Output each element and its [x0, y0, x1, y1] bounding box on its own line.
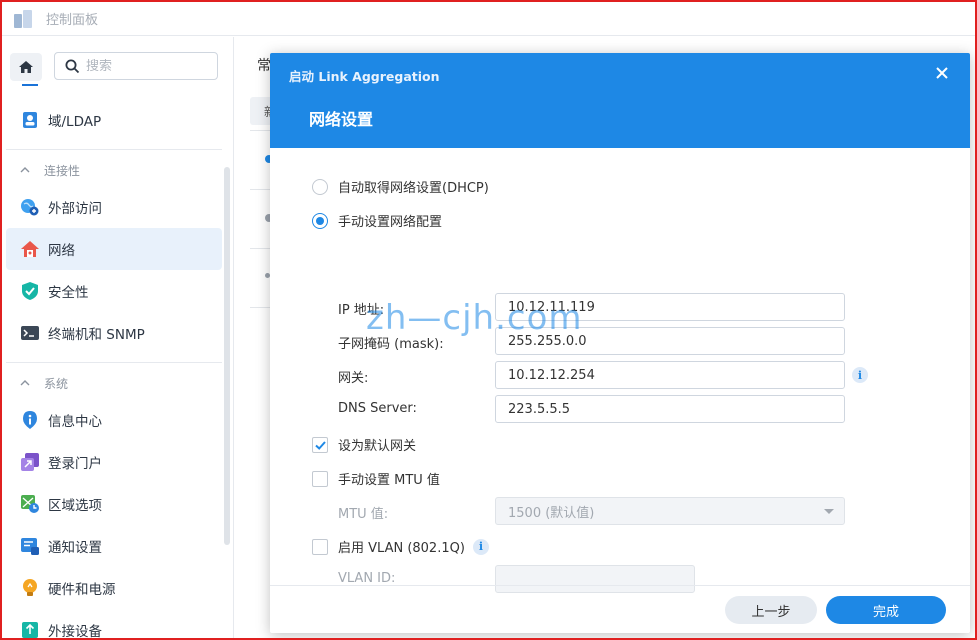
dialog-body: 自动取得网络设置(DHCP) 手动设置网络配置 IP 地址: 子网掩码 (mas… [270, 148, 970, 593]
ip-label: IP 地址: [338, 303, 385, 318]
gateway-label: 网关: [338, 371, 369, 386]
chevron-up-icon [20, 380, 30, 386]
sidebar-item-label: 通知设置 [48, 540, 102, 556]
close-icon[interactable] [934, 65, 950, 81]
login-portal-icon [20, 452, 40, 472]
default-gateway-checkbox[interactable] [312, 436, 328, 453]
network-house-icon [20, 239, 40, 259]
dhcp-radio[interactable] [312, 178, 328, 195]
ip-address-field[interactable] [495, 293, 845, 321]
vlan-option[interactable]: 启用 VLAN (802.1Q) i [312, 537, 489, 556]
search-icon [65, 59, 80, 73]
scrolled-item-indicator [22, 84, 38, 86]
manual-label: 手动设置网络配置 [338, 215, 443, 230]
previous-step-button[interactable]: 上一步 [725, 596, 817, 624]
checkmark-icon [315, 440, 326, 450]
divider [6, 362, 222, 363]
dhcp-label: 自动取得网络设置(DHCP) [338, 181, 489, 196]
mtu-select-value: 1500 (默认值) [508, 505, 595, 521]
sidebar-item-notification[interactable]: 通知设置 [6, 525, 222, 567]
dialog-subtitle: 网络设置 [309, 110, 374, 129]
sidebar-item-external-access[interactable]: 外部访问 [6, 186, 222, 228]
dns-server-field[interactable] [495, 395, 845, 423]
link-aggregation-dialog: 启动 Link Aggregation 网络设置 自动取得网络设置(DHCP) … [270, 53, 970, 633]
user-directory-icon [20, 110, 40, 130]
done-button[interactable]: 完成 [826, 596, 946, 624]
divider [6, 149, 222, 150]
sidebar-item-label: 网络 [48, 243, 75, 259]
vlan-info-icon[interactable]: i [472, 538, 489, 555]
manual-option[interactable]: 手动设置网络配置 [312, 211, 442, 230]
dialog-header: 启动 Link Aggregation 网络设置 [270, 53, 970, 148]
search-box[interactable] [54, 52, 218, 80]
vlan-label: 启用 VLAN (802.1Q) [338, 541, 465, 556]
sidebar-item-hardware-power[interactable]: 硬件和电源 [6, 567, 222, 609]
notification-icon [20, 536, 40, 556]
sidebar-item-label: 信息中心 [48, 414, 102, 430]
info-center-icon [20, 410, 40, 430]
globe-link-icon [20, 197, 40, 217]
sidebar: 域/LDAP 连接性 外部访问 网络 安全性 终端机和 SNMP 系统 [2, 37, 234, 638]
dhcp-option[interactable]: 自动取得网络设置(DHCP) [312, 177, 489, 196]
sidebar-item-label: 终端机和 SNMP [48, 327, 145, 343]
sidebar-item-label: 外接设备 [48, 624, 102, 638]
sidebar-item-terminal-snmp[interactable]: 终端机和 SNMP [6, 312, 222, 354]
subnet-mask-field[interactable] [495, 327, 845, 355]
dns-label: DNS Server: [338, 401, 417, 416]
default-gateway-label: 设为默认网关 [338, 439, 417, 454]
tab-general[interactable]: 常 [257, 55, 271, 75]
mtu-manual-option[interactable]: 手动设置 MTU 值 [312, 469, 440, 488]
mtu-manual-checkbox[interactable] [312, 470, 328, 487]
control-panel-icon [12, 8, 36, 30]
sidebar-item-network[interactable]: 网络 [6, 228, 222, 270]
vlan-id-label: VLAN ID: [338, 571, 396, 586]
window-title: 控制面板 [46, 13, 99, 28]
sidebar-item-label: 登录门户 [48, 456, 102, 472]
external-device-icon [20, 620, 40, 638]
terminal-icon [20, 323, 40, 343]
search-input[interactable] [86, 58, 196, 74]
shield-check-icon [20, 281, 40, 301]
sidebar-item-login-portal[interactable]: 登录门户 [6, 441, 222, 483]
mask-label: 子网掩码 (mask): [338, 337, 444, 352]
sidebar-item-external-device[interactable]: 外接设备 [6, 609, 222, 638]
section-header-connectivity[interactable]: 连接性 [20, 160, 80, 180]
sidebar-item-label: 硬件和电源 [48, 582, 116, 598]
sidebar-item-security[interactable]: 安全性 [6, 270, 222, 312]
chevron-down-icon [824, 509, 834, 514]
gateway-info-icon[interactable]: i [852, 367, 868, 383]
sidebar-item-info-center[interactable]: 信息中心 [6, 399, 222, 441]
mtu-manual-label: 手动设置 MTU 值 [338, 473, 440, 488]
sidebar-item-label: 安全性 [48, 285, 89, 301]
default-gateway-option[interactable]: 设为默认网关 [312, 435, 416, 454]
sidebar-item-label: 域/LDAP [48, 114, 102, 130]
manual-radio[interactable] [312, 212, 328, 229]
home-button[interactable] [10, 53, 42, 81]
dialog-footer: 上一步 完成 [270, 585, 970, 633]
window-titlebar: 控制面板 [2, 2, 975, 36]
mtu-label: MTU 值: [338, 507, 389, 522]
lightbulb-icon [20, 578, 40, 598]
dialog-title: 启动 Link Aggregation [289, 69, 440, 84]
mtu-select[interactable]: 1500 (默认值) [495, 497, 845, 525]
home-icon [19, 61, 33, 73]
sidebar-item-domain-ldap[interactable]: 域/LDAP [6, 99, 222, 141]
section-header-system[interactable]: 系统 [20, 373, 68, 393]
gateway-field[interactable] [495, 361, 845, 389]
sidebar-scrollbar[interactable] [224, 167, 230, 545]
vlan-checkbox[interactable] [312, 538, 328, 555]
sidebar-item-label: 外部访问 [48, 201, 102, 217]
sidebar-item-label: 区域选项 [48, 498, 102, 514]
regional-options-icon [20, 494, 40, 514]
sidebar-item-regional-options[interactable]: 区域选项 [6, 483, 222, 525]
chevron-up-icon [20, 167, 30, 173]
